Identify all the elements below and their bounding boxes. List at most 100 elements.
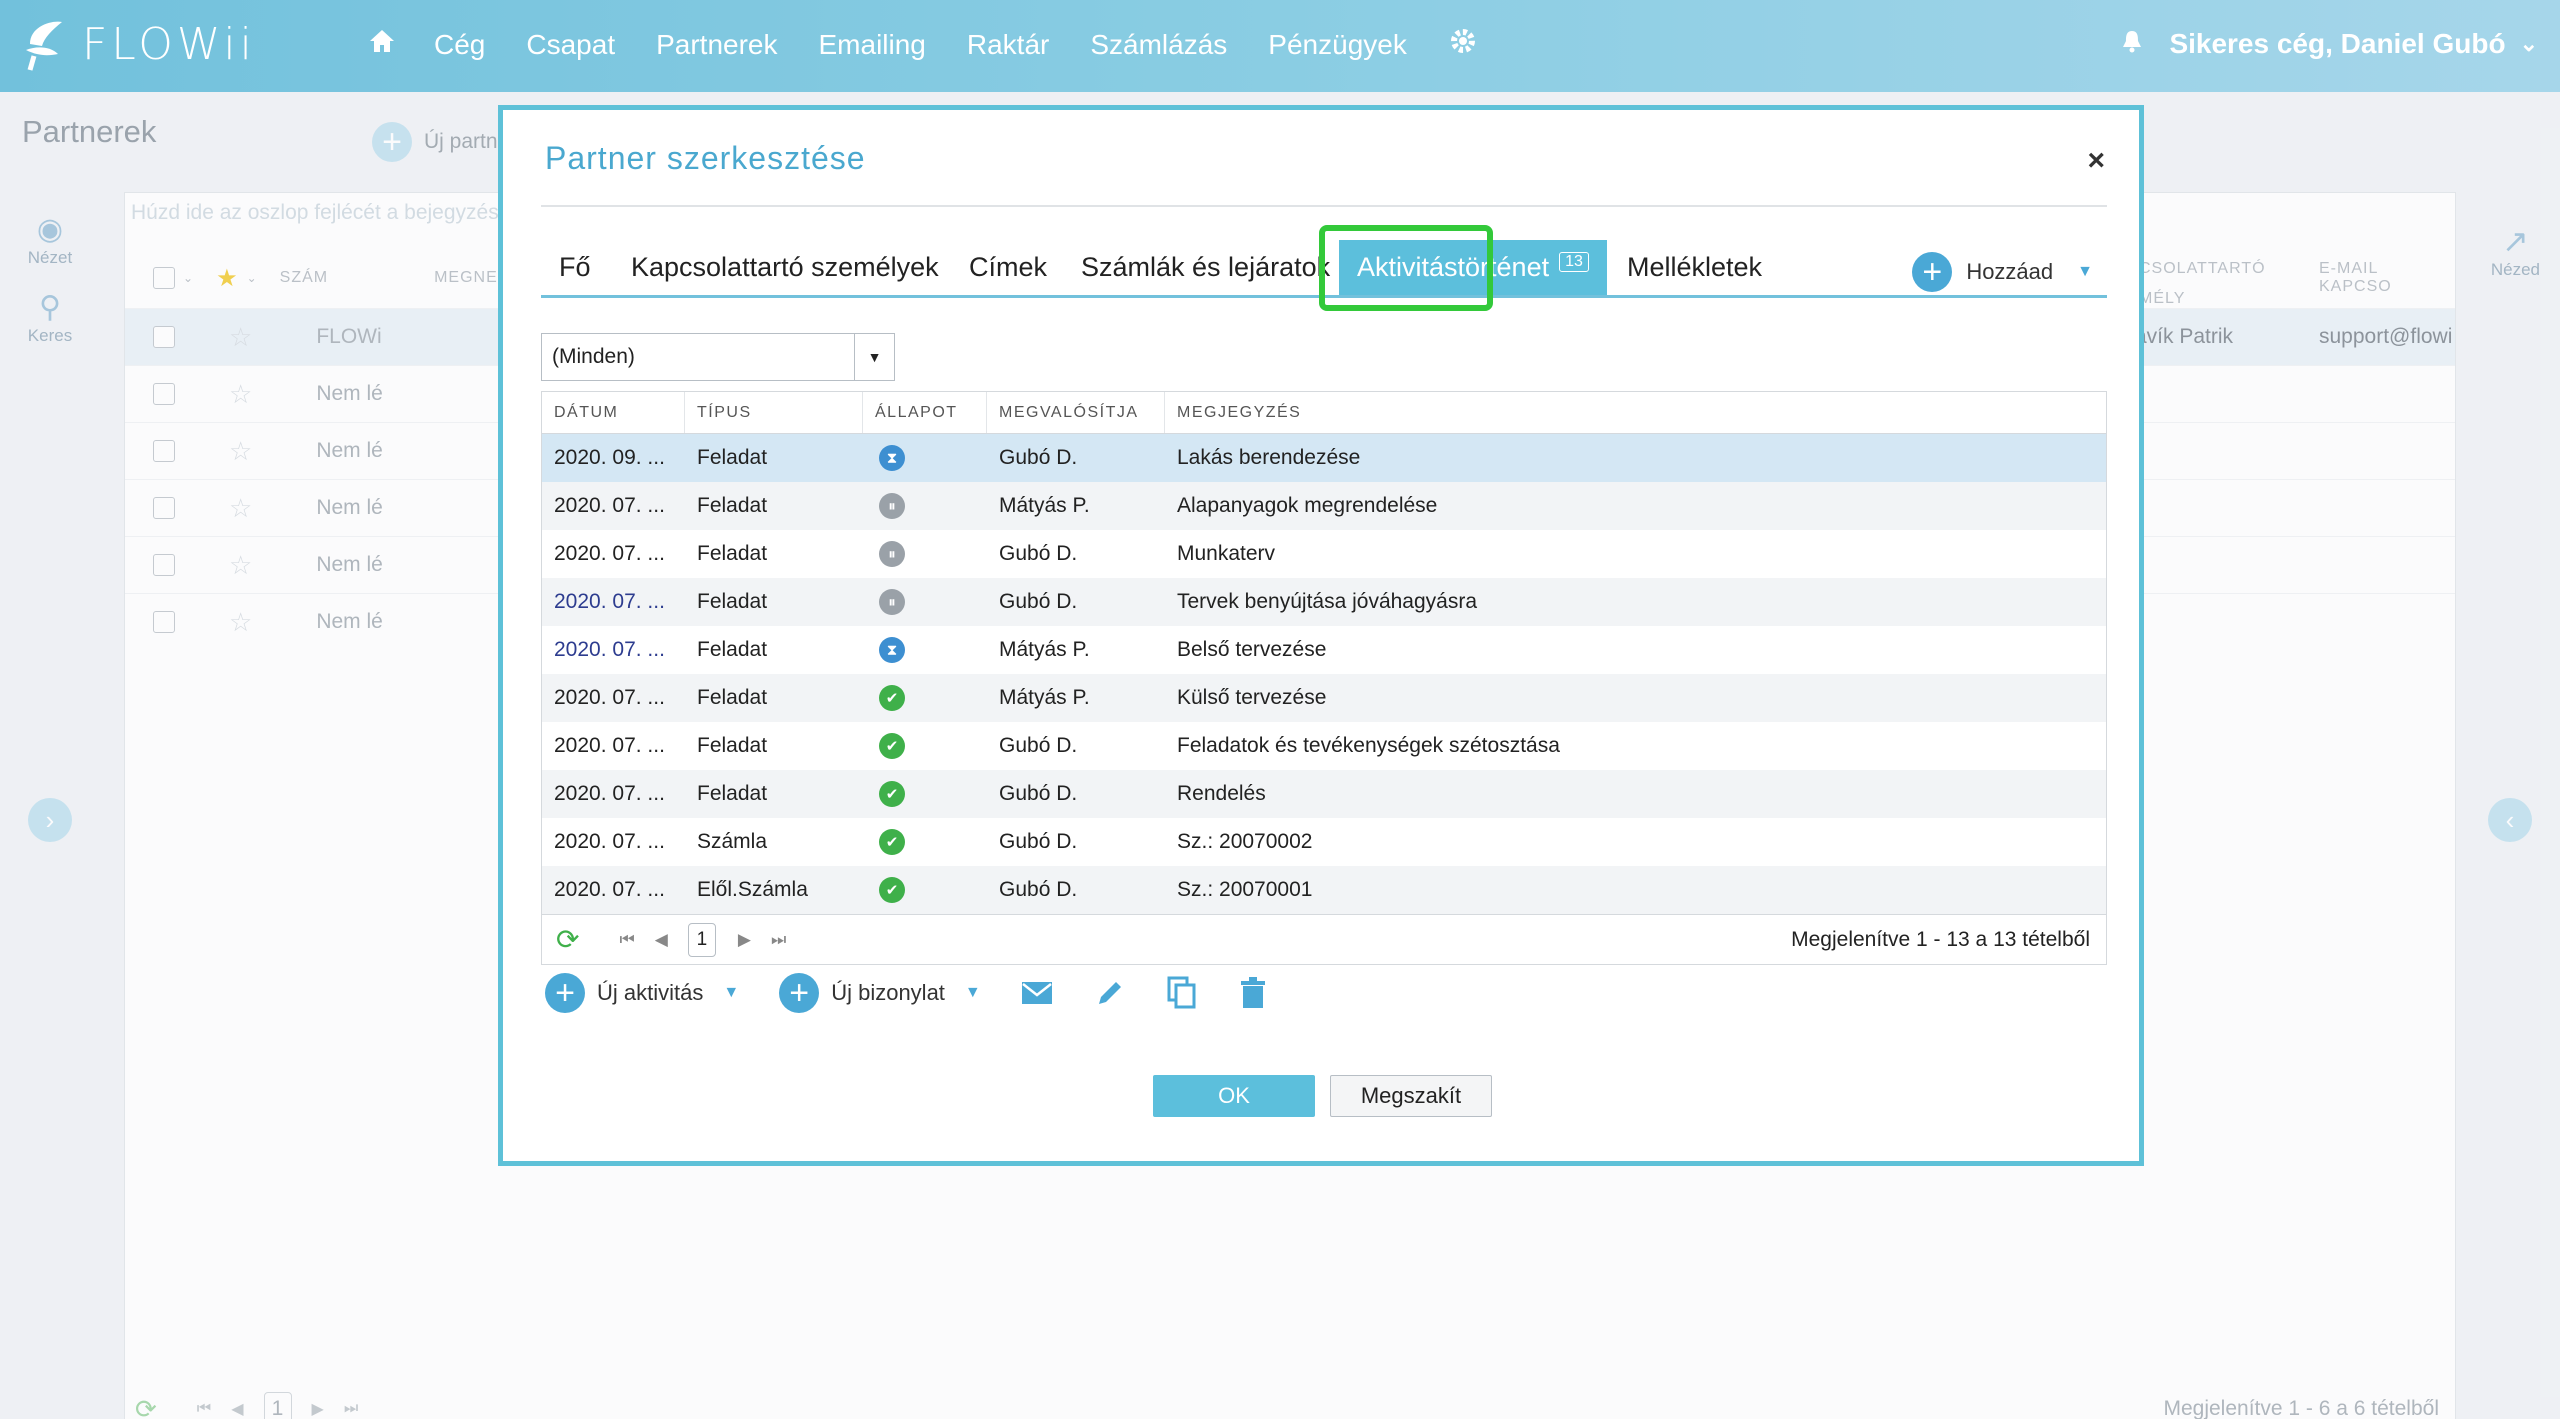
plus-icon: + bbox=[1912, 252, 1953, 292]
cell-owner: Mátyás P. bbox=[999, 638, 1090, 661]
caret-down-icon[interactable]: ▼ bbox=[854, 334, 894, 380]
cell-status: ✔ bbox=[863, 685, 987, 711]
status-in-progress-icon: ⧗ bbox=[879, 445, 905, 472]
nav-item-partnerek[interactable]: Partnerek bbox=[656, 29, 777, 61]
tab-mellekletek[interactable]: Mellékletek bbox=[1627, 240, 1762, 295]
new-activity-label: Új aktivitás bbox=[597, 980, 704, 1005]
tab-fo[interactable]: Fő bbox=[559, 240, 591, 295]
table-row[interactable]: 2020. 07. ... Feladat ⏸ Mátyás P. Alapanyago… bbox=[542, 482, 2106, 530]
column-header-datum[interactable]: DÁTUM bbox=[542, 392, 685, 433]
cell-type: Feladat bbox=[697, 494, 768, 517]
first-page-icon[interactable]: ⏮ bbox=[619, 930, 634, 950]
cell-date: 2020. 07. ... bbox=[554, 638, 665, 661]
table-footer: ⟳ ⏮ ◀ 1 ▶ ⏭ Megjelenítve 1 - 13 a 13 tét… bbox=[542, 914, 2106, 964]
column-header-megjegyzes[interactable]: MEGJEGYZÉS bbox=[1165, 392, 2106, 433]
tab-szamlak[interactable]: Számlák és lejáratok bbox=[1081, 240, 1330, 295]
nav-item-penzugyek[interactable]: Pénzügyek bbox=[1268, 29, 1407, 61]
filter-value: (Minden) bbox=[552, 345, 635, 368]
plus-icon: + bbox=[545, 973, 585, 1013]
home-icon[interactable] bbox=[368, 28, 396, 61]
nav-item-csapat[interactable]: Csapat bbox=[526, 29, 615, 61]
add-button[interactable]: + Hozzáad ▼ bbox=[1912, 252, 2093, 292]
activity-filter-select[interactable]: (Minden) ▼ bbox=[541, 333, 895, 381]
cell-type: Feladat bbox=[697, 590, 768, 613]
table-row[interactable]: 2020. 07. ... Feladat ✔ Mátyás P. Külső terv… bbox=[542, 674, 2106, 722]
new-document-label: Új bizonylat bbox=[831, 980, 945, 1005]
new-document-button[interactable]: + Új bizonylat ▼ bbox=[779, 973, 981, 1013]
copy-icon[interactable] bbox=[1167, 976, 1197, 1010]
close-icon[interactable]: × bbox=[2087, 144, 2105, 178]
cell-status: ⏸ bbox=[863, 493, 987, 520]
cell-owner: Gubó D. bbox=[999, 830, 1078, 853]
cell-date: 2020. 07. ... bbox=[554, 782, 665, 805]
table-row[interactable]: 2020. 07. ... Feladat ⧗ Mátyás P. Belső terv… bbox=[542, 626, 2106, 674]
prev-page-icon[interactable]: ◀ bbox=[655, 930, 668, 950]
divider bbox=[541, 205, 2107, 207]
plus-icon: + bbox=[779, 973, 820, 1013]
status-paused-icon: ⏸ bbox=[879, 589, 905, 616]
nav-item-raktar[interactable]: Raktár bbox=[967, 29, 1049, 61]
caret-down-icon[interactable]: ▼ bbox=[2077, 263, 2093, 281]
cell-date: 2020. 07. ... bbox=[554, 878, 665, 901]
cell-date: 2020. 07. ... bbox=[554, 542, 665, 565]
highlight-box bbox=[1319, 225, 1493, 311]
cancel-button[interactable]: Megszakít bbox=[1330, 1075, 1492, 1117]
cell-status: ⏸ bbox=[863, 589, 987, 616]
table-row[interactable]: 2020. 07. ... Számla ✔ Gubó D. Sz.: 20070002 bbox=[542, 818, 2106, 866]
status-done-icon: ✔ bbox=[879, 877, 905, 903]
caret-down-icon[interactable]: ▼ bbox=[723, 984, 739, 1002]
table-row[interactable]: 2020. 09. ... Feladat ⧗ Gubó D. Lakás berend… bbox=[542, 434, 2106, 482]
nav-item-szamlazas[interactable]: Számlázás bbox=[1090, 29, 1227, 61]
cell-date: 2020. 07. ... bbox=[554, 686, 665, 709]
cell-note: Sz.: 20070002 bbox=[1177, 830, 1313, 853]
last-page-icon[interactable]: ⏭ bbox=[771, 930, 786, 950]
user-name: Sikeres cég, Daniel Gubó bbox=[2169, 28, 2506, 59]
main-nav: Cég Csapat Partnerek Emailing Raktár Szá… bbox=[368, 26, 1519, 63]
next-page-icon[interactable]: ▶ bbox=[738, 930, 751, 950]
cell-date: 2020. 07. ... bbox=[554, 734, 665, 757]
action-toolbar: + Új aktivitás ▼ + Új bizonylat ▼ bbox=[545, 973, 1309, 1013]
table-row[interactable]: 2020. 07. ... Feladat ⏸ Gubó D. Tervek benyú… bbox=[542, 578, 2106, 626]
email-icon[interactable] bbox=[1021, 981, 1053, 1005]
cell-status: ✔ bbox=[863, 733, 987, 759]
bell-icon[interactable] bbox=[2121, 28, 2143, 60]
flowii-logo[interactable]: FLOWii bbox=[22, 14, 256, 74]
cell-note: Lakás berendezése bbox=[1177, 446, 1361, 469]
cell-note: Feladatok és tevékenységek szétosztása bbox=[1177, 734, 1560, 757]
status-done-icon: ✔ bbox=[879, 829, 905, 855]
cell-type: Feladat bbox=[697, 782, 768, 805]
cell-owner: Gubó D. bbox=[999, 734, 1078, 757]
cell-owner: Mátyás P. bbox=[999, 494, 1090, 517]
new-activity-button[interactable]: + Új aktivitás ▼ bbox=[545, 973, 739, 1013]
table-row[interactable]: 2020. 07. ... Elől.Számla ✔ Gubó D. Sz.: 200… bbox=[542, 866, 2106, 914]
nav-item-ceg[interactable]: Cég bbox=[434, 29, 485, 61]
edit-icon[interactable] bbox=[1095, 978, 1125, 1008]
user-menu[interactable]: Sikeres cég, Daniel Gubó ⌄ bbox=[2121, 28, 2538, 60]
cell-status: ✔ bbox=[863, 877, 987, 903]
cell-type: Számla bbox=[697, 830, 768, 853]
table-row[interactable]: 2020. 07. ... Feladat ⏸ Gubó D. Munkaterv bbox=[542, 530, 2106, 578]
status-done-icon: ✔ bbox=[879, 781, 905, 807]
page-number[interactable]: 1 bbox=[687, 922, 716, 957]
table-body: 2020. 09. ... Feladat ⧗ Gubó D. Lakás berend… bbox=[542, 434, 2106, 914]
cell-date: 2020. 07. ... bbox=[554, 590, 665, 613]
status-in-progress-icon: ⧗ bbox=[879, 637, 905, 664]
caret-down-icon[interactable]: ▼ bbox=[965, 984, 981, 1002]
cell-date: 2020. 09. ... bbox=[554, 446, 665, 469]
column-header-megvalositja[interactable]: MEGVALÓSÍTJA bbox=[987, 392, 1165, 433]
refresh-icon[interactable]: ⟳ bbox=[556, 923, 579, 956]
dialog-title: Partner szerkesztése bbox=[545, 140, 866, 176]
trash-icon[interactable] bbox=[1239, 976, 1267, 1010]
cell-type: Feladat bbox=[697, 638, 768, 661]
nav-item-emailing[interactable]: Emailing bbox=[819, 29, 926, 61]
table-row[interactable]: 2020. 07. ... Feladat ✔ Gubó D. Feladatok és… bbox=[542, 722, 2106, 770]
ok-button[interactable]: OK bbox=[1153, 1075, 1315, 1117]
column-header-allapot[interactable]: ÁLLAPOT bbox=[863, 392, 987, 433]
tab-kapcsolattarto[interactable]: Kapcsolattartó személyek bbox=[631, 240, 939, 295]
table-row[interactable]: 2020. 07. ... Feladat ✔ Gubó D. Rendelés bbox=[542, 770, 2106, 818]
cell-status: ✔ bbox=[863, 781, 987, 807]
logo-text: FLOWii bbox=[82, 18, 256, 70]
gear-icon[interactable] bbox=[1448, 26, 1478, 63]
tab-cimek[interactable]: Címek bbox=[969, 240, 1047, 295]
column-header-tipus[interactable]: TÍPUS bbox=[685, 392, 863, 433]
